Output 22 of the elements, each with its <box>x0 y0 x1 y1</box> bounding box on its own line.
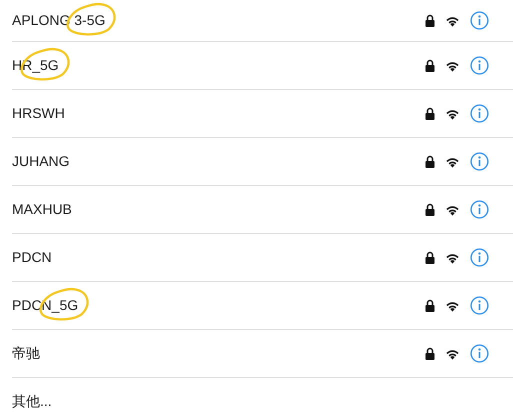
info-icon[interactable] <box>470 296 489 315</box>
wifi-icon <box>445 252 460 264</box>
info-icon[interactable] <box>470 11 489 30</box>
info-icon[interactable] <box>470 248 489 267</box>
info-icon[interactable] <box>470 56 489 75</box>
info-icon[interactable] <box>470 344 489 363</box>
wifi-icon <box>445 60 460 72</box>
network-name: HRSWH <box>12 104 65 120</box>
other-networks-link[interactable]: 其他... <box>12 393 52 411</box>
info-icon[interactable] <box>470 152 489 171</box>
wifi-icon <box>445 14 460 26</box>
network-name: MAXHUB <box>12 200 72 216</box>
info-icon[interactable] <box>470 104 489 123</box>
network-name: JUHANG <box>12 152 70 168</box>
wifi-icon <box>445 204 460 216</box>
info-icon[interactable] <box>470 200 489 219</box>
network-name: PDCN <box>12 248 52 264</box>
wifi-icon <box>445 300 460 312</box>
wifi-icon <box>445 156 460 168</box>
wifi-icon <box>445 348 460 360</box>
wifi-icon <box>445 108 460 120</box>
network-name: 帝驰 <box>12 344 40 360</box>
